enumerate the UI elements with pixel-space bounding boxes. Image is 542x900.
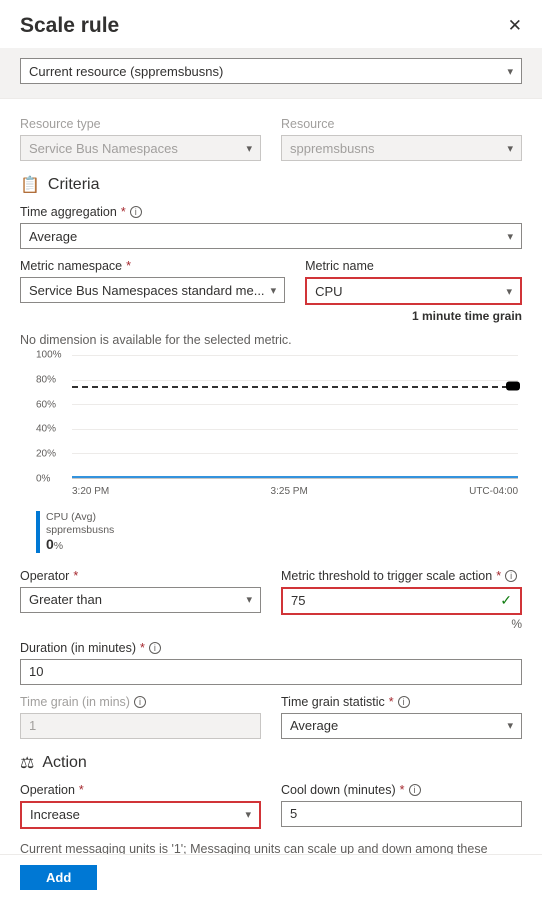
criteria-heading: 📋 Criteria — [20, 175, 522, 195]
threshold-marker — [506, 381, 520, 390]
info-icon[interactable]: i — [134, 696, 146, 708]
info-icon[interactable]: i — [130, 206, 142, 218]
footer: Add — [0, 854, 542, 900]
time-aggregation-select[interactable]: Average ▾ — [20, 223, 522, 249]
y-tick: 80% — [36, 374, 56, 385]
chevron-down-icon: ▾ — [246, 142, 252, 155]
chevron-down-icon: ▾ — [507, 230, 513, 243]
chevron-down-icon: ▾ — [507, 142, 513, 155]
y-tick: 60% — [36, 399, 56, 410]
metric-chart: 100% 80% 60% 40% 20% 0% 3:20 PM 3:25 PM — [20, 355, 522, 503]
panel-title: Scale rule — [20, 14, 119, 38]
info-icon[interactable]: i — [505, 570, 517, 582]
time-grain-stat-label: Time grain statistic* i — [281, 695, 522, 709]
y-tick: 100% — [36, 350, 62, 361]
scope-value: Current resource (sppremsbusns) — [29, 64, 223, 79]
resource-type-label: Resource type — [20, 117, 261, 131]
time-grain-mins-label: Time grain (in mins) i — [20, 695, 261, 709]
resource-label: Resource — [281, 117, 522, 131]
resource-select: sppremsbusns ▾ — [281, 135, 522, 161]
threshold-highlight: 75 ✓ — [281, 587, 522, 615]
check-icon: ✓ — [500, 592, 512, 609]
scale-rule-panel: Scale rule ✕ Current resource (sppremsbu… — [0, 0, 542, 875]
operation-highlight: Increase ▾ — [20, 801, 261, 829]
y-tick: 40% — [36, 424, 56, 435]
x-tick: 3:25 PM — [271, 486, 308, 497]
chevron-down-icon: ▾ — [506, 285, 512, 298]
cooldown-input[interactable]: 5 — [281, 801, 522, 827]
y-tick: 0% — [36, 474, 50, 485]
legend-value: 0 — [46, 536, 54, 552]
info-icon[interactable]: i — [409, 784, 421, 796]
metric-name-label: Metric name — [305, 259, 522, 273]
cooldown-label: Cool down (minutes)* i — [281, 783, 522, 797]
chevron-down-icon: ▾ — [245, 808, 251, 821]
threshold-unit: % — [281, 617, 522, 631]
y-tick: 20% — [36, 449, 56, 460]
duration-label: Duration (in minutes)* i — [20, 641, 522, 655]
chevron-down-icon: ▾ — [507, 719, 513, 732]
legend-metric: CPU (Avg) — [46, 511, 114, 524]
time-grain-stat-select[interactable]: Average ▾ — [281, 713, 522, 739]
metric-namespace-label: Metric namespace* — [20, 259, 285, 273]
chevron-down-icon: ▾ — [246, 593, 252, 606]
resource-type-select: Service Bus Namespaces ▾ — [20, 135, 261, 161]
chart-legend: CPU (Avg) sppremsbusns 0% — [36, 511, 522, 553]
info-icon[interactable]: i — [398, 696, 410, 708]
duration-input[interactable]: 10 — [20, 659, 522, 685]
operation-label: Operation* — [20, 783, 261, 797]
metric-name-highlight: CPU ▾ — [305, 277, 522, 305]
legend-resource: sppremsbusns — [46, 524, 114, 537]
add-button[interactable]: Add — [20, 865, 97, 890]
close-icon[interactable]: ✕ — [508, 16, 522, 36]
metric-name-select[interactable]: CPU ▾ — [307, 279, 520, 303]
clipboard-icon: 📋 — [20, 175, 40, 195]
time-grain-mins-input: 1 — [20, 713, 261, 739]
threshold-line — [72, 386, 518, 388]
series-line — [72, 476, 518, 478]
time-grain-hint: 1 minute time grain — [305, 309, 522, 323]
no-dimension-text: No dimension is available for the select… — [20, 333, 522, 347]
chevron-down-icon: ▾ — [507, 65, 513, 78]
time-aggregation-label: Time aggregation* i — [20, 205, 522, 219]
operator-select[interactable]: Greater than ▾ — [20, 587, 261, 613]
timezone-label: UTC-04:00 — [469, 486, 518, 497]
threshold-label: Metric threshold to trigger scale action… — [281, 569, 522, 583]
operator-label: Operator* — [20, 569, 261, 583]
chevron-down-icon: ▾ — [271, 284, 277, 297]
operation-select[interactable]: Increase ▾ — [22, 803, 259, 827]
metric-namespace-select[interactable]: Service Bus Namespaces standard me... ▾ — [20, 277, 285, 303]
x-tick: 3:20 PM — [72, 486, 109, 497]
info-icon[interactable]: i — [149, 642, 161, 654]
action-heading: ⚖ Action — [20, 753, 522, 773]
scope-select[interactable]: Current resource (sppremsbusns) ▾ — [20, 58, 522, 84]
threshold-input[interactable]: 75 ✓ — [283, 589, 520, 613]
scale-icon: ⚖ — [20, 753, 34, 773]
